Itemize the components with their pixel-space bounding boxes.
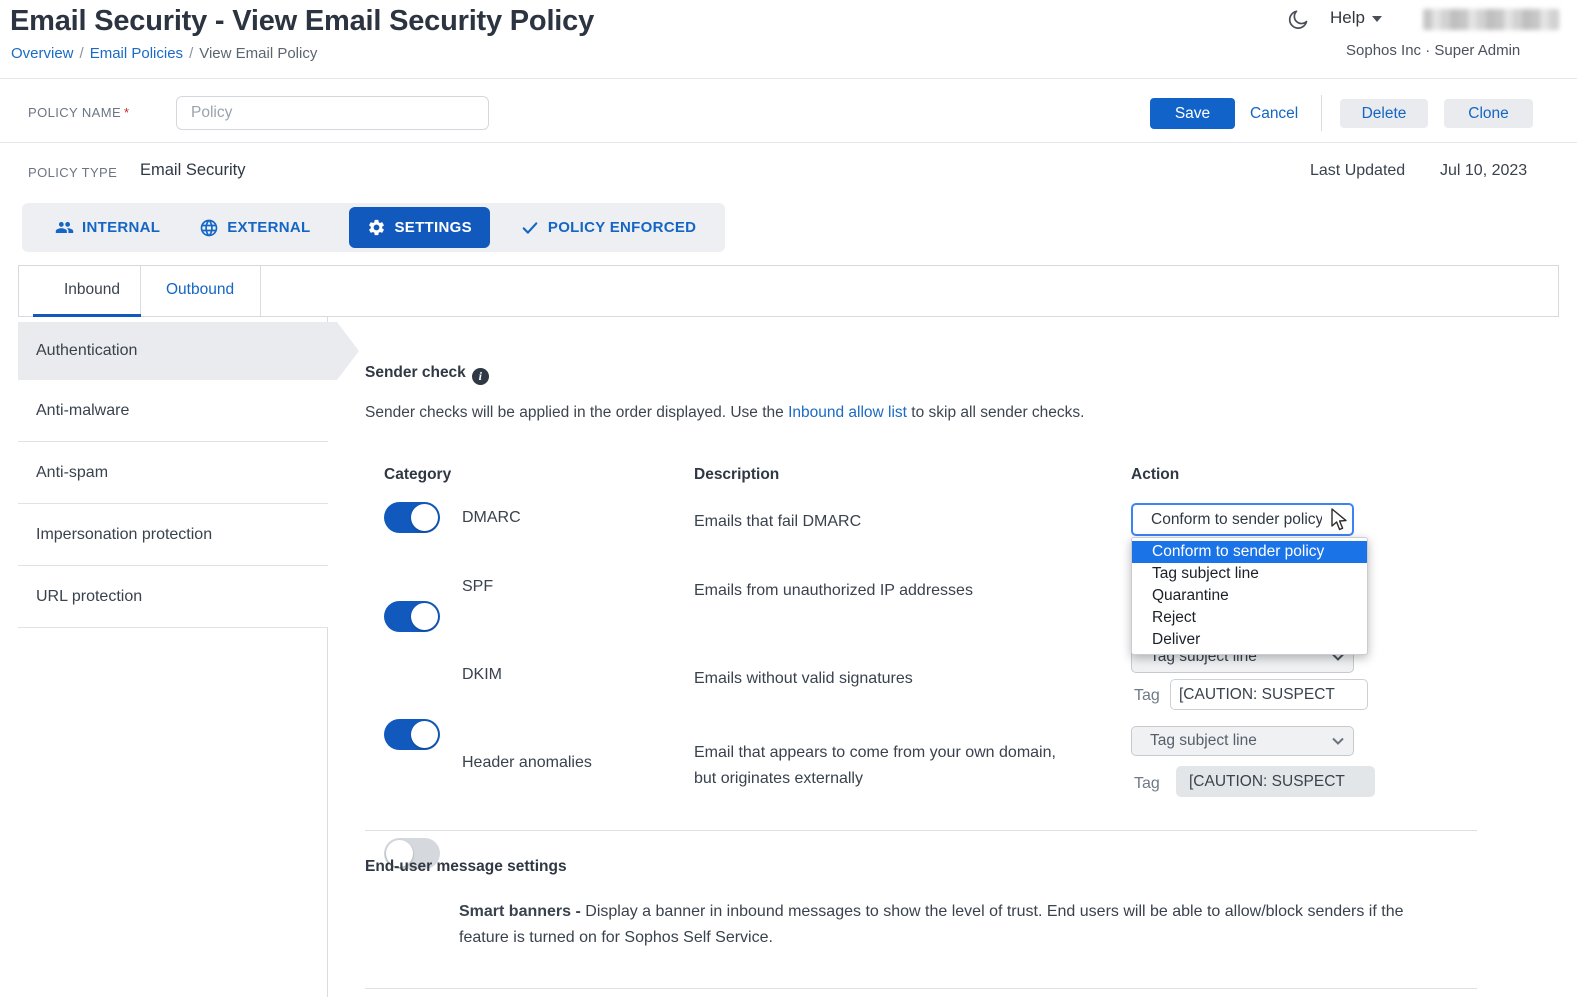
delete-button[interactable]: Delete bbox=[1340, 99, 1428, 128]
main-tabbar: INTERNAL EXTERNAL SETTINGS POLICY ENFORC… bbox=[22, 203, 725, 252]
sender-check-intro: Sender checks will be applied in the ord… bbox=[365, 404, 1084, 422]
header-anomalies-action-select[interactable]: Tag subject line bbox=[1131, 726, 1354, 756]
toggle-knob bbox=[411, 504, 438, 531]
tab-inbound[interactable]: Inbound bbox=[64, 281, 120, 299]
dkim-tag-input[interactable] bbox=[1170, 679, 1368, 710]
toggle-knob bbox=[411, 603, 438, 630]
chevron-down-icon bbox=[1372, 16, 1382, 22]
spf-label: SPF bbox=[462, 578, 493, 596]
breadcrumb-email-policies[interactable]: Email Policies bbox=[90, 45, 183, 62]
sidebar-item-label: Anti-malware bbox=[36, 402, 129, 420]
help-menu[interactable]: Help bbox=[1330, 8, 1382, 28]
dmarc-action-value: Conform to sender policy bbox=[1151, 511, 1322, 529]
dmarc-label: DMARC bbox=[462, 509, 521, 527]
inbound-active-underline bbox=[33, 314, 141, 317]
spf-toggle[interactable] bbox=[384, 601, 440, 632]
header-anomalies-label: Header anomalies bbox=[462, 754, 592, 772]
button-divider bbox=[1321, 95, 1322, 131]
required-asterisk: * bbox=[124, 105, 129, 120]
header-divider bbox=[0, 78, 1577, 79]
policy-bar-divider bbox=[0, 142, 1577, 143]
sidebar-item-label: Impersonation protection bbox=[36, 526, 212, 544]
info-icon[interactable]: i bbox=[472, 368, 489, 385]
smart-banners-text: Smart banners - Display a banner in inbo… bbox=[459, 899, 1449, 951]
tab-internal-label: INTERNAL bbox=[82, 219, 160, 236]
section-divider bbox=[365, 988, 1477, 989]
dmarc-toggle[interactable] bbox=[384, 502, 440, 533]
section-divider bbox=[365, 830, 1477, 831]
breadcrumb: Overview/Email Policies/View Email Polic… bbox=[11, 45, 317, 62]
column-header-category: Category bbox=[384, 466, 451, 484]
check-icon bbox=[520, 218, 540, 238]
direction-tabbar bbox=[18, 265, 1559, 317]
sidebar-item-label: Anti-spam bbox=[36, 464, 108, 482]
dkim-toggle[interactable] bbox=[384, 719, 440, 750]
tab-settings[interactable]: SETTINGS bbox=[349, 207, 489, 248]
menu-option-quarantine[interactable]: Quarantine bbox=[1132, 585, 1367, 607]
breadcrumb-separator: / bbox=[74, 45, 90, 62]
save-button[interactable]: Save bbox=[1150, 98, 1235, 129]
sidebar-item-impersonation-protection[interactable]: Impersonation protection bbox=[18, 504, 328, 566]
end-user-settings-title: End-user message settings bbox=[365, 858, 567, 876]
account-role-line: Sophos Inc · Super Admin bbox=[1346, 42, 1520, 59]
sidebar-item-label: URL protection bbox=[36, 588, 142, 606]
smart-banners-label: Smart banners - bbox=[459, 903, 585, 920]
sidebar-item-url-protection[interactable]: URL protection bbox=[18, 566, 328, 628]
dkim-label: DKIM bbox=[462, 666, 502, 684]
user-name-redacted[interactable] bbox=[1423, 9, 1559, 30]
page-title: Email Security - View Email Security Pol… bbox=[10, 5, 594, 38]
inbound-allow-list-link[interactable]: Inbound allow list bbox=[788, 404, 907, 421]
menu-option-tag-subject-line[interactable]: Tag subject line bbox=[1132, 563, 1367, 585]
sidebar-item-authentication[interactable]: Authentication bbox=[18, 322, 359, 380]
dmarc-description: Emails that fail DMARC bbox=[694, 509, 861, 535]
tab-outbound[interactable]: Outbound bbox=[166, 281, 234, 299]
breadcrumb-overview[interactable]: Overview bbox=[11, 45, 74, 62]
policy-name-input[interactable] bbox=[176, 96, 489, 130]
tab-internal[interactable]: INTERNAL bbox=[55, 218, 160, 237]
help-label: Help bbox=[1330, 8, 1365, 27]
spf-description: Emails from unauthorized IP addresses bbox=[694, 578, 973, 604]
subtab-divider bbox=[140, 266, 141, 316]
sender-check-title: Sender checki bbox=[365, 364, 489, 385]
policy-name-label: POLICY NAME* bbox=[28, 105, 130, 120]
globe-icon bbox=[199, 218, 219, 238]
header-anomalies-tag-label: Tag bbox=[1134, 775, 1160, 793]
breadcrumb-separator: / bbox=[183, 45, 199, 62]
chevron-down-icon bbox=[1331, 511, 1343, 529]
menu-option-deliver[interactable]: Deliver bbox=[1132, 629, 1367, 651]
policy-type-label: POLICY TYPE bbox=[28, 165, 117, 180]
header-anomalies-description: Email that appears to come from your own… bbox=[694, 740, 1059, 792]
dmarc-action-select[interactable]: Conform to sender policy bbox=[1131, 503, 1354, 536]
theme-moon-icon[interactable] bbox=[1286, 8, 1310, 37]
dkim-description: Emails without valid signatures bbox=[694, 666, 913, 692]
header-anomalies-action-value: Tag subject line bbox=[1150, 732, 1257, 750]
email-security-policy-page: Email Security - View Email Security Pol… bbox=[0, 0, 1577, 997]
dmarc-action-menu: Conform to sender policy Tag subject lin… bbox=[1131, 537, 1368, 655]
tab-settings-label: SETTINGS bbox=[394, 219, 471, 236]
tab-policy-enforced-label: POLICY ENFORCED bbox=[548, 219, 696, 236]
header-anomalies-tag-input[interactable] bbox=[1176, 766, 1375, 797]
last-updated-value: Jul 10, 2023 bbox=[1440, 162, 1527, 180]
subtab-divider bbox=[260, 266, 261, 316]
tab-external[interactable]: EXTERNAL bbox=[199, 218, 310, 238]
tab-external-label: EXTERNAL bbox=[227, 219, 310, 236]
dkim-tag-label: Tag bbox=[1134, 687, 1160, 705]
breadcrumb-current: View Email Policy bbox=[199, 45, 317, 62]
tab-policy-enforced[interactable]: POLICY ENFORCED bbox=[520, 218, 696, 238]
chevron-down-icon bbox=[1332, 732, 1344, 750]
column-header-action: Action bbox=[1131, 466, 1179, 484]
toggle-knob bbox=[411, 721, 438, 748]
sidebar-item-anti-malware[interactable]: Anti-malware bbox=[18, 380, 328, 442]
sidebar-item-label: Authentication bbox=[36, 342, 137, 360]
menu-option-conform-to-sender-policy[interactable]: Conform to sender policy bbox=[1132, 541, 1367, 563]
cancel-button[interactable]: Cancel bbox=[1250, 105, 1298, 123]
last-updated-label: Last Updated bbox=[1310, 162, 1405, 180]
sidebar-item-anti-spam[interactable]: Anti-spam bbox=[18, 442, 328, 504]
policy-type-value: Email Security bbox=[140, 161, 245, 180]
clone-button[interactable]: Clone bbox=[1444, 99, 1533, 128]
menu-option-reject[interactable]: Reject bbox=[1132, 607, 1367, 629]
people-icon bbox=[55, 218, 74, 237]
column-header-description: Description bbox=[694, 466, 779, 484]
gear-icon bbox=[367, 218, 386, 237]
